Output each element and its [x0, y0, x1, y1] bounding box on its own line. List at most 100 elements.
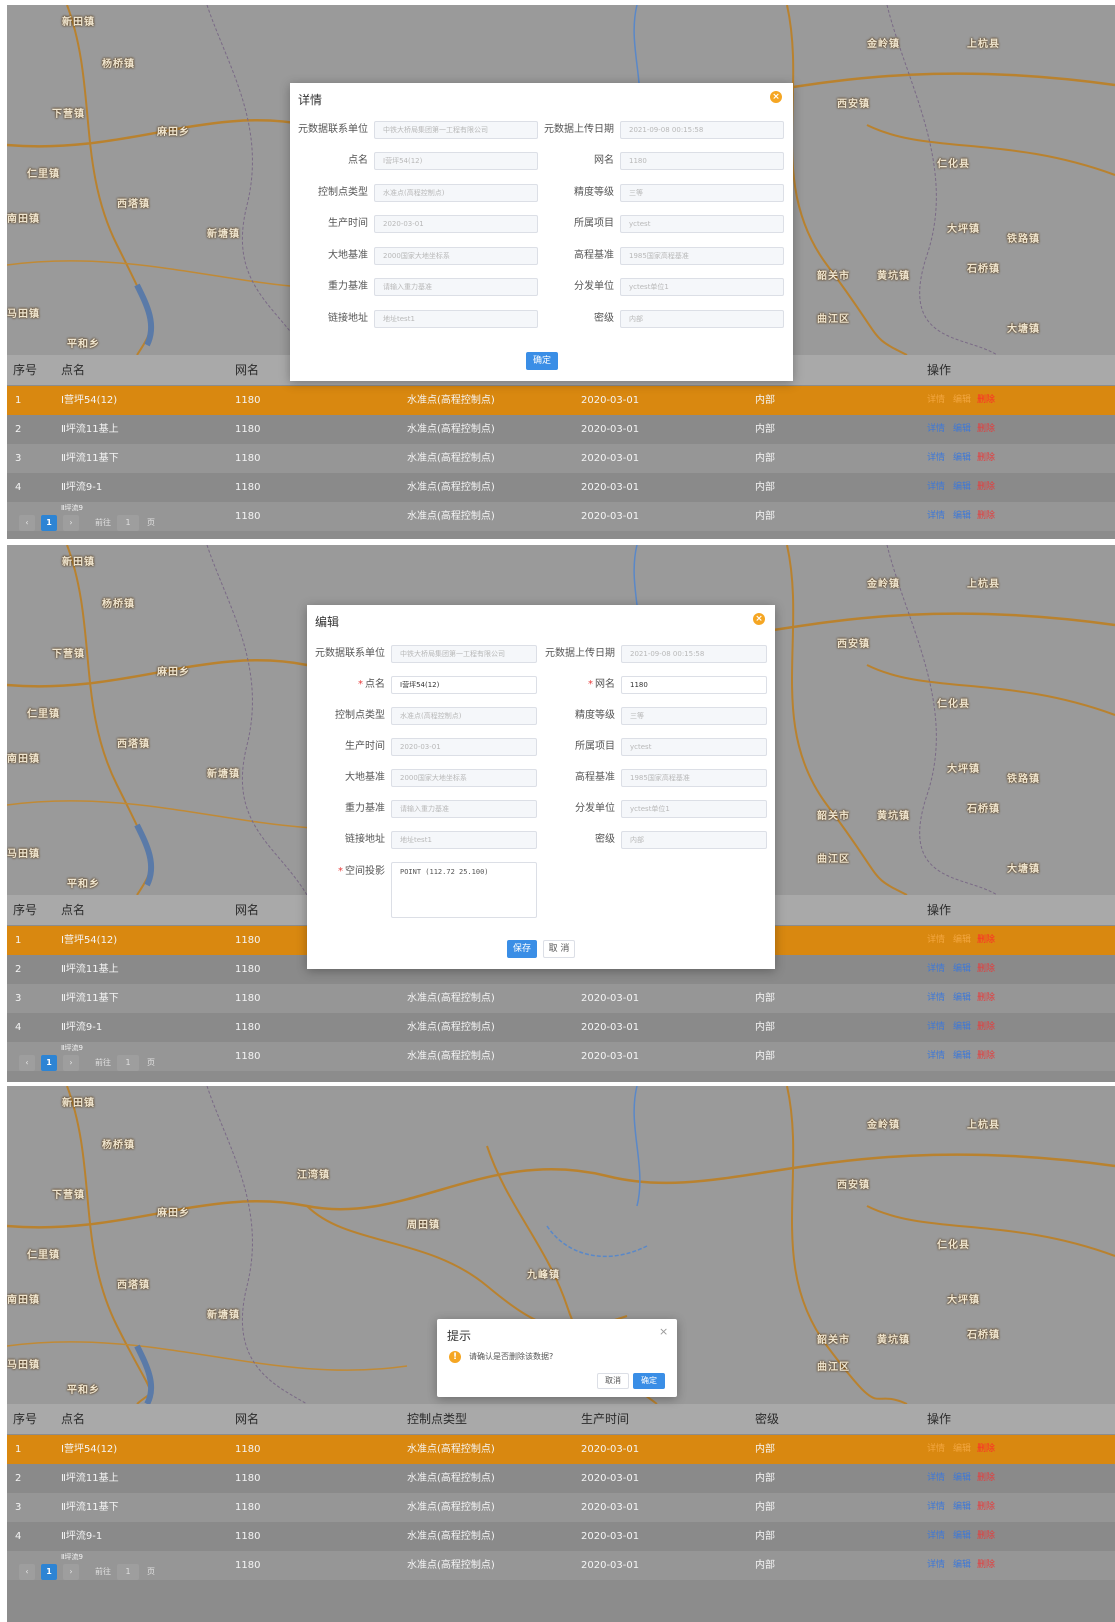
table-row[interactable]: 3 Ⅱ坪流11基下 1180 水准点(高程控制点) 2020-03-01 内部 …: [7, 444, 1115, 473]
geodetic-datum-field: 2000国家大地坐标系: [374, 247, 538, 265]
table-row[interactable]: 3 Ⅱ坪流11基下 1180 水准点(高程控制点) 2020-03-01 内部 …: [7, 1493, 1115, 1522]
edit-link[interactable]: 编辑: [953, 473, 971, 502]
map-label: 下营镇: [52, 649, 85, 660]
detail-link[interactable]: 详情: [927, 415, 945, 444]
map-label: 仁化县: [937, 1240, 970, 1251]
delete-link[interactable]: 删除: [977, 955, 995, 984]
delete-link[interactable]: 删除: [977, 984, 995, 1013]
map-label: 西安镇: [837, 99, 870, 110]
table-row[interactable]: 4 Ⅱ坪流9-1 1180 水准点(高程控制点) 2020-03-01 内部 详…: [7, 1522, 1115, 1551]
map-label: 石桥镇: [967, 804, 1000, 815]
prev-page-button[interactable]: ‹: [19, 1055, 35, 1071]
table-row[interactable]: 2 Ⅱ坪流11基上 1180 水准点(高程控制点) 2020-03-01 内部 …: [7, 1464, 1115, 1493]
detail-link[interactable]: 详情: [927, 502, 945, 531]
close-icon[interactable]: ×: [770, 91, 782, 103]
table-row[interactable]: Ⅱ坪流9 1180 水准点(高程控制点) 2020-03-01 内部 详情 编辑…: [7, 1551, 1115, 1580]
map-label: 下营镇: [52, 1190, 85, 1201]
next-page-button[interactable]: ›: [63, 515, 79, 531]
delete-link[interactable]: 删除: [977, 1522, 995, 1551]
th-net: 网名: [235, 363, 260, 377]
delete-link[interactable]: 删除: [977, 1013, 995, 1042]
delete-link[interactable]: 删除: [977, 926, 995, 955]
delete-link[interactable]: 删除: [977, 444, 995, 473]
ok-button[interactable]: 确定: [633, 1373, 665, 1389]
detail-link[interactable]: 详情: [927, 1464, 945, 1493]
save-button[interactable]: 保存: [507, 940, 537, 958]
detail-link[interactable]: 详情: [927, 1013, 945, 1042]
detail-link[interactable]: 详情: [927, 1493, 945, 1522]
page-1-button[interactable]: 1: [41, 515, 57, 531]
prev-page-button[interactable]: ‹: [19, 1564, 35, 1580]
detail-link[interactable]: 详情: [927, 473, 945, 502]
map-label: 西安镇: [837, 639, 870, 650]
map-label: 平和乡: [67, 339, 100, 350]
map-label: 仁化县: [937, 699, 970, 710]
next-page-button[interactable]: ›: [63, 1564, 79, 1580]
secrecy-field: 内部: [620, 310, 784, 328]
edit-link[interactable]: 编辑: [953, 1522, 971, 1551]
table-row[interactable]: Ⅱ坪流9 1180 水准点(高程控制点) 2020-03-01 内部 详情 编辑…: [7, 502, 1115, 531]
control-type-field: 水准点(高程控制点): [374, 184, 538, 202]
delete-link[interactable]: 删除: [977, 473, 995, 502]
cancel-button[interactable]: 取消: [597, 1373, 629, 1389]
page-jump-input[interactable]: 1: [117, 515, 139, 531]
edit-link[interactable]: 编辑: [953, 955, 971, 984]
map-label: 大坪镇: [947, 224, 980, 235]
close-icon[interactable]: ×: [753, 613, 765, 625]
delete-link[interactable]: 删除: [977, 1493, 995, 1522]
edit-link[interactable]: 编辑: [953, 386, 971, 415]
edit-link[interactable]: 编辑: [953, 926, 971, 955]
edit-link[interactable]: 编辑: [953, 502, 971, 531]
next-page-button[interactable]: ›: [63, 1055, 79, 1071]
table-row[interactable]: 3 Ⅱ坪流11基下 1180 水准点(高程控制点) 2020-03-01 内部 …: [7, 984, 1115, 1013]
table-row[interactable]: 1 Ⅰ营坪54(12) 1180 水准点(高程控制点) 2020-03-01 内…: [7, 386, 1115, 415]
detail-link[interactable]: 详情: [927, 1551, 945, 1580]
delete-link[interactable]: 删除: [977, 1435, 995, 1464]
net-name-input[interactable]: 1180: [621, 676, 767, 694]
edit-link[interactable]: 编辑: [953, 415, 971, 444]
page-jump-input[interactable]: 1: [117, 1564, 139, 1580]
point-name-input[interactable]: Ⅰ营坪54(12): [391, 676, 537, 694]
map-label: 仁里镇: [27, 709, 60, 720]
edit-link[interactable]: 编辑: [953, 1551, 971, 1580]
spatial-projection-textarea[interactable]: POINT (112.72 25.100): [391, 862, 537, 918]
production-date-field: 2020-03-01: [391, 738, 537, 756]
delete-link[interactable]: 删除: [977, 1551, 995, 1580]
delete-link[interactable]: 删除: [977, 386, 995, 415]
edit-link[interactable]: 编辑: [953, 1493, 971, 1522]
table-row[interactable]: Ⅱ坪流9 1180 水准点(高程控制点) 2020-03-01 内部 详情 编辑…: [7, 1042, 1115, 1071]
map-label: 黄坑镇: [877, 271, 910, 282]
detail-link[interactable]: 详情: [927, 1522, 945, 1551]
detail-link[interactable]: 详情: [927, 955, 945, 984]
table-row[interactable]: 4 Ⅱ坪流9-1 1180 水准点(高程控制点) 2020-03-01 内部 详…: [7, 473, 1115, 502]
delete-link[interactable]: 删除: [977, 1464, 995, 1493]
delete-link[interactable]: 删除: [977, 1042, 995, 1071]
detail-link[interactable]: 详情: [927, 1435, 945, 1464]
detail-link[interactable]: 详情: [927, 926, 945, 955]
delete-link[interactable]: 删除: [977, 415, 995, 444]
prev-page-button[interactable]: ‹: [19, 515, 35, 531]
cancel-button[interactable]: 取 消: [543, 940, 575, 958]
confirm-button[interactable]: 确定: [526, 352, 558, 370]
table-row[interactable]: 4 Ⅱ坪流9-1 1180 水准点(高程控制点) 2020-03-01 内部 详…: [7, 1013, 1115, 1042]
edit-link[interactable]: 编辑: [953, 444, 971, 473]
edit-link[interactable]: 编辑: [953, 1435, 971, 1464]
th-name: 点名: [61, 1412, 86, 1426]
edit-link[interactable]: 编辑: [953, 984, 971, 1013]
edit-link[interactable]: 编辑: [953, 1464, 971, 1493]
detail-link[interactable]: 详情: [927, 984, 945, 1013]
upload-date-field: 2021-09-08 00:15:58: [620, 121, 784, 139]
table-row[interactable]: 1 Ⅰ营坪54(12) 1180 水准点(高程控制点) 2020-03-01 内…: [7, 1435, 1115, 1464]
table-row[interactable]: 2 Ⅱ坪流11基上 1180 水准点(高程控制点) 2020-03-01 内部 …: [7, 415, 1115, 444]
close-icon[interactable]: ×: [659, 1325, 668, 1338]
detail-link[interactable]: 详情: [927, 386, 945, 415]
detail-link[interactable]: 详情: [927, 444, 945, 473]
map-label: 上杭县: [967, 579, 1000, 590]
delete-link[interactable]: 删除: [977, 502, 995, 531]
page-1-button[interactable]: 1: [41, 1055, 57, 1071]
page-jump-input[interactable]: 1: [117, 1055, 139, 1071]
detail-link[interactable]: 详情: [927, 1042, 945, 1071]
edit-link[interactable]: 编辑: [953, 1042, 971, 1071]
page-1-button[interactable]: 1: [41, 1564, 57, 1580]
edit-link[interactable]: 编辑: [953, 1013, 971, 1042]
